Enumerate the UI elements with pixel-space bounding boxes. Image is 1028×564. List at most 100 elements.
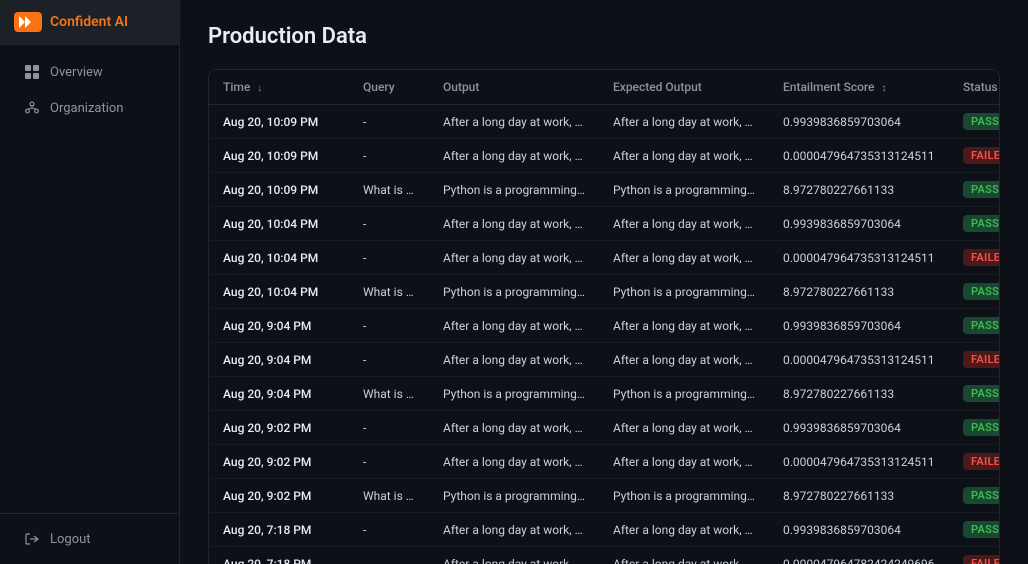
col-output: Output <box>429 70 599 105</box>
cell-output: After a long day at work, Sara... <box>429 139 599 173</box>
cell-time: Aug 20, 10:09 PM <box>209 173 349 207</box>
cell-score: 0.000047964735313124511 <box>769 241 949 275</box>
cell-expected: After a long day at work, Sara... <box>599 241 769 275</box>
col-status: Status <box>949 70 1000 105</box>
cell-status: PASSED <box>949 479 1000 513</box>
cell-output: After a long day at work, Sara... <box>429 547 599 564</box>
status-badge: PASSED <box>963 283 1000 300</box>
status-badge: PASSED <box>963 385 1000 402</box>
cell-score: 8.972780227661133 <box>769 275 949 309</box>
cell-status: PASSED <box>949 309 1000 343</box>
cell-status: PASSED <box>949 513 1000 547</box>
table-row[interactable]: Aug 20, 9:04 PM What is Python? Python i… <box>209 377 1000 411</box>
main-content: Production Data Time ↓ Query Output Ex <box>180 0 1028 564</box>
cell-output: After a long day at work, Sara... <box>429 411 599 445</box>
cell-score: 8.972780227661133 <box>769 479 949 513</box>
cell-query: - <box>349 105 429 139</box>
table-row[interactable]: Aug 20, 10:04 PM - After a long day at w… <box>209 207 1000 241</box>
status-badge: FAILED <box>963 249 1000 266</box>
cell-time: Aug 20, 10:04 PM <box>209 241 349 275</box>
production-data-table: Time ↓ Query Output Expected Output Enta… <box>209 70 1000 564</box>
sidebar-item-overview[interactable]: Overview <box>8 55 171 89</box>
cell-status: FAILED <box>949 445 1000 479</box>
cell-time: Aug 20, 10:04 PM <box>209 275 349 309</box>
grid-icon <box>24 64 40 80</box>
org-icon <box>24 100 40 116</box>
cell-status: PASSED <box>949 105 1000 139</box>
table-row[interactable]: Aug 20, 10:04 PM What is Python? Python … <box>209 275 1000 309</box>
table-row[interactable]: Aug 20, 10:09 PM - After a long day at w… <box>209 105 1000 139</box>
page-title: Production Data <box>208 24 1000 49</box>
col-score[interactable]: Entailment Score ↕ <box>769 70 949 105</box>
cell-query: What is Python? <box>349 275 429 309</box>
status-badge: PASSED <box>963 419 1000 436</box>
cell-query: - <box>349 411 429 445</box>
status-badge: PASSED <box>963 317 1000 334</box>
cell-expected: Python is a programming lang... <box>599 479 769 513</box>
cell-score: 0.9939836859703064 <box>769 309 949 343</box>
status-badge: FAILED <box>963 555 1000 564</box>
table-row[interactable]: Aug 20, 9:04 PM - After a long day at wo… <box>209 343 1000 377</box>
cell-time: Aug 20, 9:04 PM <box>209 377 349 411</box>
cell-time: Aug 20, 10:04 PM <box>209 207 349 241</box>
table-header: Time ↓ Query Output Expected Output Enta… <box>209 70 1000 105</box>
status-badge: FAILED <box>963 453 1000 470</box>
cell-query: What is Python? <box>349 377 429 411</box>
logout-label: Logout <box>50 532 91 547</box>
table-row[interactable]: Aug 20, 7:18 PM - After a long day at wo… <box>209 513 1000 547</box>
cell-output: After a long day at work, Sara... <box>429 343 599 377</box>
cell-time: Aug 20, 7:18 PM <box>209 513 349 547</box>
status-badge: FAILED <box>963 351 1000 368</box>
cell-status: FAILED <box>949 547 1000 564</box>
cell-output: After a long day at work, Sara... <box>429 207 599 241</box>
cell-expected: After a long day at work, Sara... <box>599 105 769 139</box>
cell-query: What is Python? <box>349 173 429 207</box>
cell-query: - <box>349 547 429 564</box>
cell-time: Aug 20, 7:18 PM <box>209 547 349 564</box>
cell-score: 8.972780227661133 <box>769 173 949 207</box>
table-row[interactable]: Aug 20, 10:09 PM - After a long day at w… <box>209 139 1000 173</box>
table-row[interactable]: Aug 20, 7:18 PM - After a long day at wo… <box>209 547 1000 564</box>
cell-score: 0.9939836859703064 <box>769 207 949 241</box>
cell-query: - <box>349 241 429 275</box>
cell-expected: Python is a programming lang... <box>599 275 769 309</box>
table-row[interactable]: Aug 20, 10:09 PM What is Python? Python … <box>209 173 1000 207</box>
cell-output: Python is a programming lang... <box>429 479 599 513</box>
cell-expected: Python is a programming lang... <box>599 377 769 411</box>
cell-score: 0.000047964735313124511 <box>769 343 949 377</box>
cell-time: Aug 20, 9:02 PM <box>209 479 349 513</box>
table-row[interactable]: Aug 20, 9:02 PM What is Python? Python i… <box>209 479 1000 513</box>
table-row[interactable]: Aug 20, 9:02 PM - After a long day at wo… <box>209 411 1000 445</box>
cell-query: - <box>349 445 429 479</box>
sidebar-item-label: Overview <box>50 65 103 80</box>
sidebar: Confident AI Overview Org <box>0 0 180 564</box>
sort-time-icon: ↓ <box>257 83 262 94</box>
sidebar-bottom: Logout <box>0 513 179 564</box>
cell-score: 0.9939836859703064 <box>769 105 949 139</box>
status-badge: PASSED <box>963 521 1000 538</box>
table-row[interactable]: Aug 20, 10:04 PM - After a long day at w… <box>209 241 1000 275</box>
cell-query: What is Python? <box>349 479 429 513</box>
table-body: Aug 20, 10:09 PM - After a long day at w… <box>209 105 1000 564</box>
cell-expected: After a long day at work, Sara... <box>599 309 769 343</box>
cell-expected: After a long day at work, Sara... <box>599 207 769 241</box>
cell-score: 0.000047964735313124511 <box>769 445 949 479</box>
cell-status: FAILED <box>949 241 1000 275</box>
cell-score: 8.972780227661133 <box>769 377 949 411</box>
logo-icon <box>14 12 42 32</box>
cell-status: PASSED <box>949 173 1000 207</box>
cell-expected: After a long day at work, Sara... <box>599 513 769 547</box>
logout-button[interactable]: Logout <box>8 522 171 556</box>
sidebar-item-organization[interactable]: Organization <box>8 91 171 125</box>
cell-query: - <box>349 343 429 377</box>
logo-area: Confident AI <box>0 0 179 45</box>
table-row[interactable]: Aug 20, 9:04 PM - After a long day at wo… <box>209 309 1000 343</box>
cell-output: After a long day at work, Sara... <box>429 309 599 343</box>
status-badge: PASSED <box>963 113 1000 130</box>
col-time[interactable]: Time ↓ <box>209 70 349 105</box>
cell-output: Python is a programming lang... <box>429 377 599 411</box>
cell-expected: Python is a programming lang... <box>599 173 769 207</box>
cell-expected: After a long day at work, Sara... <box>599 139 769 173</box>
cell-status: PASSED <box>949 275 1000 309</box>
table-row[interactable]: Aug 20, 9:02 PM - After a long day at wo… <box>209 445 1000 479</box>
